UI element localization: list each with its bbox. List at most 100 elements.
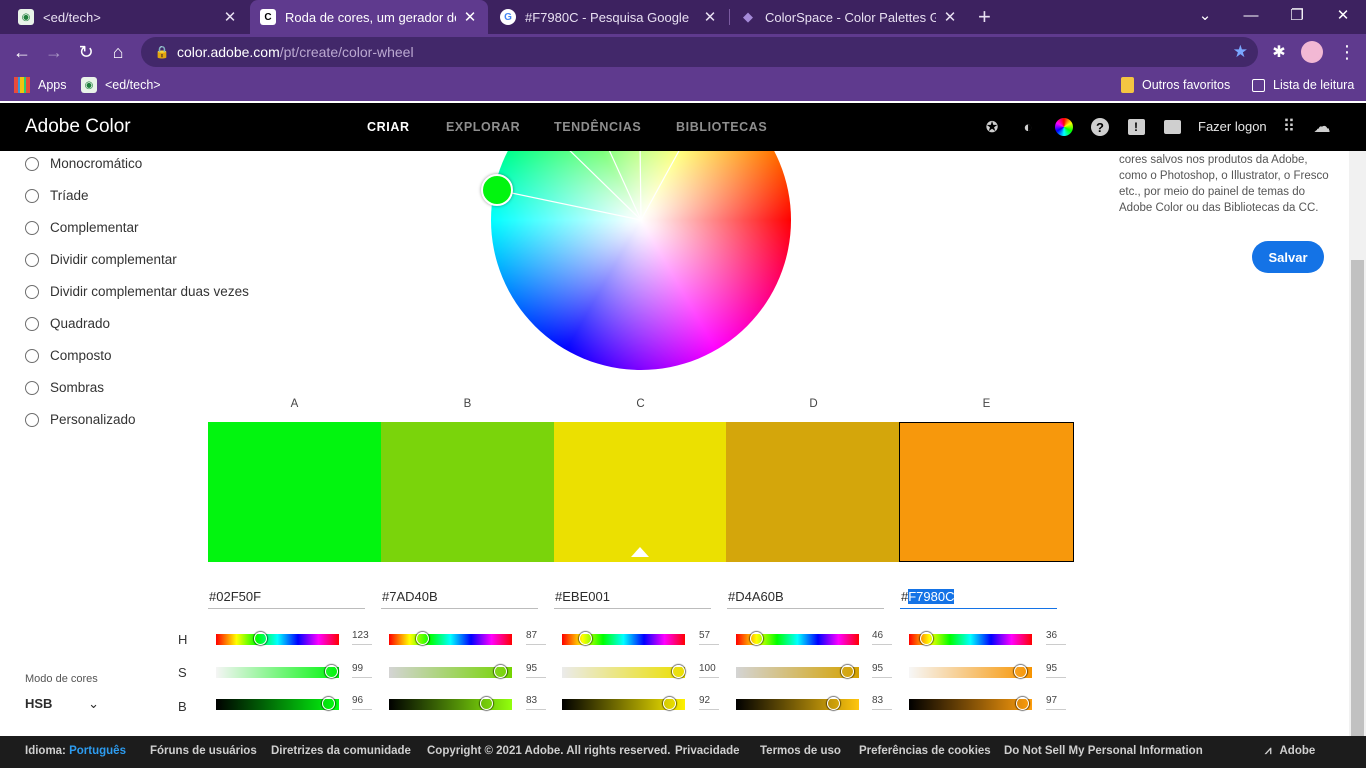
slider-knob[interactable]: [1015, 697, 1029, 710]
color-wheel-icon[interactable]: [1054, 117, 1074, 137]
tab-search-icon[interactable]: ⌄: [1182, 0, 1228, 30]
s-value-b[interactable]: 95: [526, 663, 546, 678]
b-slider-a[interactable]: [216, 697, 339, 710]
bookmark-apps[interactable]: Apps: [14, 76, 67, 94]
slider-knob[interactable]: [750, 632, 764, 645]
s-slider-a[interactable]: [216, 665, 339, 678]
extensions-icon[interactable]: ✱: [1264, 37, 1294, 67]
b-slider-e[interactable]: [909, 697, 1032, 710]
h-slider-c[interactable]: [562, 632, 685, 645]
slider-knob[interactable]: [253, 632, 267, 645]
footer-privacy-link[interactable]: Privacidade: [675, 745, 740, 757]
s-slider-b[interactable]: [389, 665, 512, 678]
bookmark-edtech[interactable]: ◉ <ed/tech>: [81, 76, 161, 94]
slider-knob[interactable]: [920, 632, 933, 645]
color-mode-select[interactable]: HSB ⌄: [25, 696, 99, 712]
hex-input-e[interactable]: #F7980C: [900, 589, 1057, 609]
footer-adobe-logo[interactable]: ⩘ Adobe: [1265, 745, 1315, 758]
save-button[interactable]: Salvar: [1252, 241, 1324, 273]
close-tab-icon[interactable]: ✕: [702, 8, 718, 26]
close-tab-icon[interactable]: ✕: [942, 8, 958, 26]
new-tab-button[interactable]: +: [974, 0, 1002, 34]
h-slider-a[interactable]: [216, 632, 339, 645]
slider-knob[interactable]: [1013, 665, 1027, 678]
b-value-e[interactable]: 97: [1046, 695, 1066, 710]
s-slider-d[interactable]: [736, 665, 859, 678]
rule-sombras[interactable]: Sombras: [25, 380, 104, 395]
tab-adobe-color[interactable]: C Roda de cores, um gerador de pa ✕: [250, 0, 488, 34]
nav-bibliotecas[interactable]: BIBLIOTECAS: [676, 120, 767, 134]
close-tab-icon[interactable]: ✕: [222, 8, 238, 26]
h-value-a[interactable]: 123: [352, 630, 372, 645]
hex-input-c[interactable]: #EBE001: [554, 589, 711, 609]
profile-avatar[interactable]: [1297, 37, 1327, 67]
home-icon[interactable]: ⌂: [103, 37, 133, 67]
bookmark-reading-list[interactable]: Lista de leitura: [1252, 76, 1354, 94]
slider-knob[interactable]: [579, 632, 593, 645]
b-value-d[interactable]: 83: [872, 695, 892, 710]
nav-criar[interactable]: CRIAR: [367, 120, 410, 134]
slider-knob[interactable]: [493, 665, 507, 678]
hex-input-d[interactable]: #D4A60B: [727, 589, 884, 609]
wheel-handle-a[interactable]: [481, 174, 513, 206]
chat-icon[interactable]: [1162, 117, 1182, 137]
s-value-e[interactable]: 95: [1046, 663, 1066, 678]
slider-knob[interactable]: [672, 665, 685, 678]
slider-knob[interactable]: [415, 632, 429, 645]
menu-icon[interactable]: ⋮: [1332, 37, 1362, 67]
footer-forums-link[interactable]: Fóruns de usuários: [150, 745, 257, 757]
forward-icon[interactable]: →: [39, 37, 69, 67]
footer-guidelines-link[interactable]: Diretrizes da comunidade: [271, 745, 411, 757]
h-slider-e[interactable]: [909, 632, 1032, 645]
s-value-d[interactable]: 95: [872, 663, 892, 678]
radio-icon[interactable]: [25, 380, 39, 395]
swatch-d[interactable]: [726, 422, 900, 562]
swatch-a[interactable]: [208, 422, 381, 562]
b-value-c[interactable]: 92: [699, 695, 719, 710]
b-value-a[interactable]: 96: [352, 695, 372, 710]
slider-knob[interactable]: [827, 697, 841, 710]
contrast-icon[interactable]: ◐: [1018, 117, 1038, 137]
address-bar[interactable]: 🔒 color.adobe.com/pt/create/color-wheel …: [141, 37, 1258, 67]
slider-knob[interactable]: [480, 697, 494, 710]
tab-edtech[interactable]: ◉ <ed/tech> ✕: [8, 0, 248, 34]
b-slider-c[interactable]: [562, 697, 685, 710]
swatch-c[interactable]: [554, 422, 727, 562]
rule-personalizado[interactable]: Personalizado: [25, 412, 136, 427]
h-value-d[interactable]: 46: [872, 630, 892, 645]
h-slider-d[interactable]: [736, 632, 859, 645]
apps-grid-icon[interactable]: ⠿: [1279, 117, 1299, 137]
reload-icon[interactable]: ↻: [71, 37, 101, 67]
restore-icon[interactable]: ❐: [1274, 0, 1320, 30]
login-link[interactable]: Fazer logon: [1198, 119, 1267, 134]
h-value-b[interactable]: 87: [526, 630, 546, 645]
h-value-c[interactable]: 57: [699, 630, 719, 645]
brand-logo[interactable]: Adobe Color: [25, 116, 131, 138]
feedback-icon[interactable]: !: [1126, 117, 1146, 137]
footer-terms-link[interactable]: Termos de uso: [760, 745, 841, 757]
bookmark-star-icon[interactable]: ★: [1233, 42, 1248, 62]
footer-cookies-link[interactable]: Preferências de cookies: [859, 745, 991, 757]
slider-knob[interactable]: [324, 665, 338, 678]
bookmark-other-favorites[interactable]: Outros favoritos: [1121, 76, 1230, 94]
star-icon[interactable]: ✪: [982, 117, 1002, 137]
footer-do-not-sell-link[interactable]: Do Not Sell My Personal Information: [1004, 745, 1203, 757]
swatch-b[interactable]: [381, 422, 554, 562]
hex-input-b[interactable]: #7AD40B: [381, 589, 538, 609]
close-tab-icon[interactable]: ✕: [462, 8, 478, 26]
slider-knob[interactable]: [840, 665, 854, 678]
close-window-icon[interactable]: ✕: [1320, 0, 1366, 30]
minimize-icon[interactable]: —: [1228, 0, 1274, 30]
s-slider-c[interactable]: [562, 665, 685, 678]
h-slider-b[interactable]: [389, 632, 512, 645]
nav-explorar[interactable]: EXPLORAR: [446, 120, 520, 134]
swatch-e[interactable]: [899, 422, 1074, 562]
scrollbar-thumb[interactable]: [1351, 260, 1364, 736]
nav-tendencias[interactable]: TENDÊNCIAS: [554, 120, 641, 134]
radio-icon[interactable]: [25, 412, 39, 427]
s-slider-e[interactable]: [909, 665, 1032, 678]
creative-cloud-icon[interactable]: ☁: [1312, 117, 1332, 137]
help-icon[interactable]: ?: [1090, 117, 1110, 137]
hex-input-a[interactable]: #02F50F: [208, 589, 365, 609]
tab-colorspace[interactable]: ◆ ColorSpace - Color Palettes Gene ✕: [730, 0, 968, 34]
